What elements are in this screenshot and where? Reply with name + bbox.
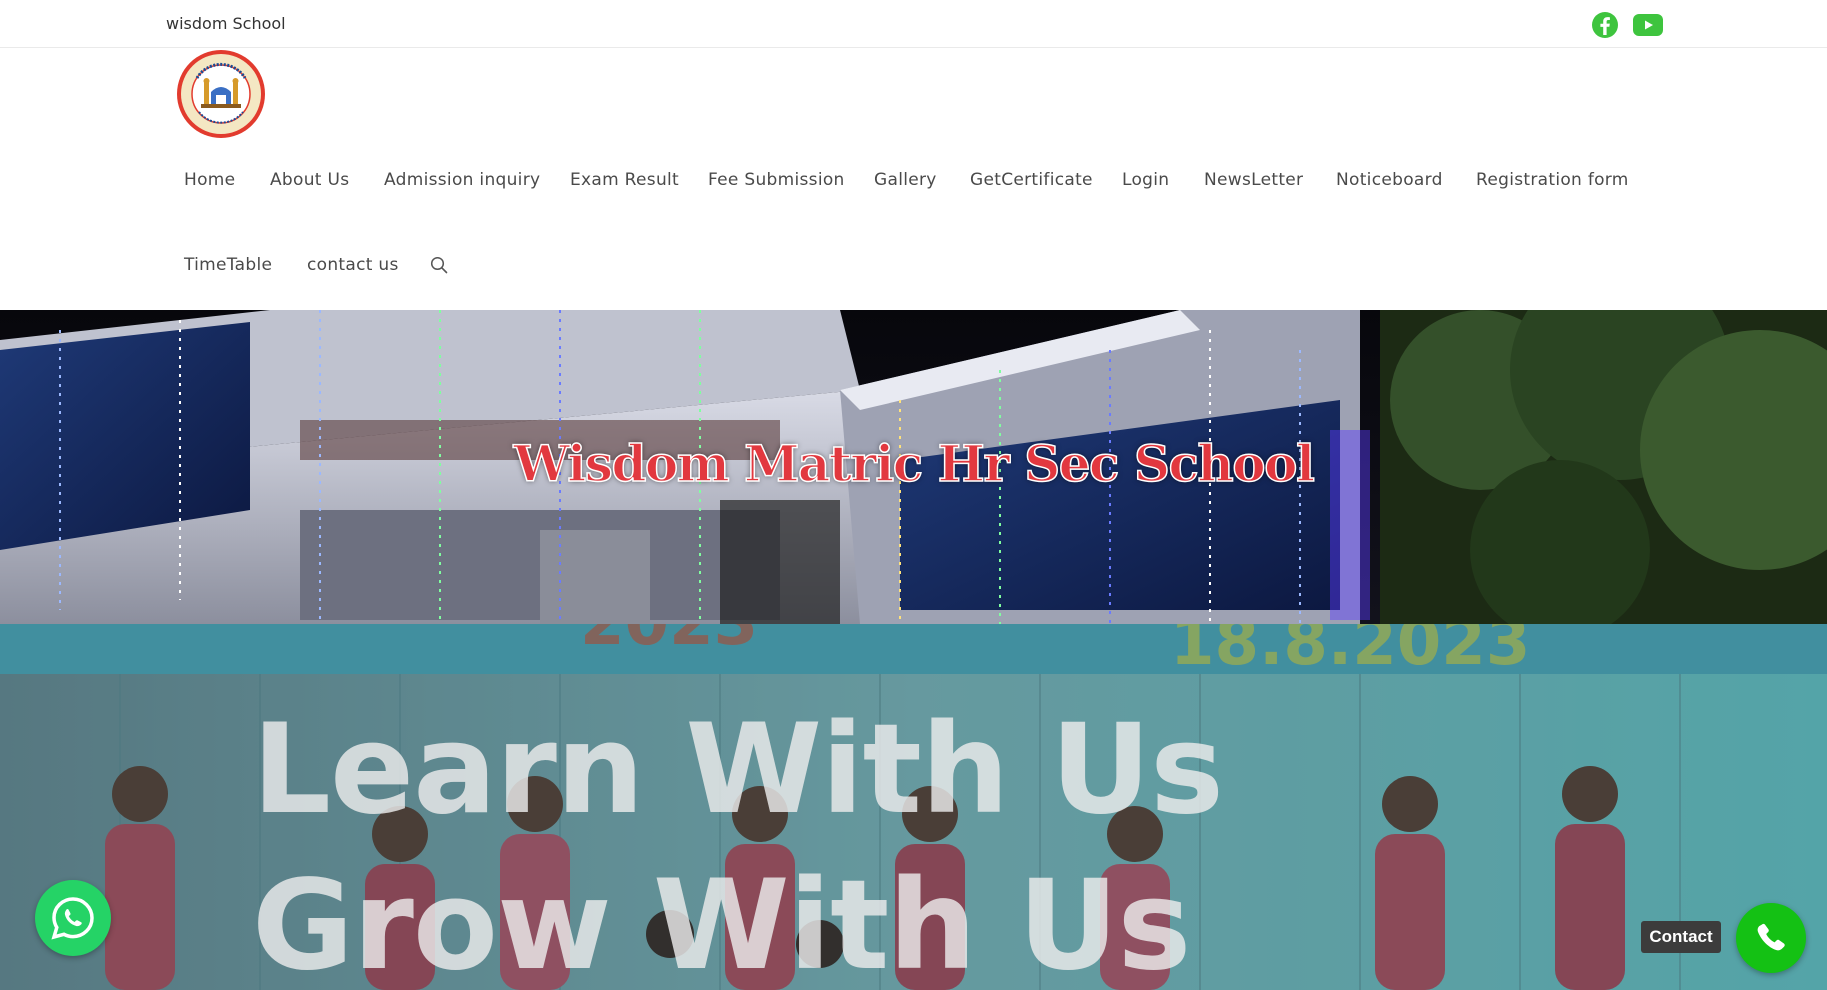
facebook-link[interactable] <box>1590 10 1620 40</box>
nav-registration-form[interactable]: Registration form <box>1476 170 1629 190</box>
call-button[interactable] <box>1736 903 1806 973</box>
whatsapp-button[interactable] <box>35 880 111 956</box>
nav-login[interactable]: Login <box>1122 170 1169 190</box>
hero-students-image: 18.8.2023 2023 Learn With Us Grow With U… <box>0 624 1827 990</box>
school-crest-image <box>177 50 265 138</box>
nav-newsletter[interactable]: NewsLetter <box>1204 170 1303 190</box>
site-label: wisdom School <box>166 14 286 33</box>
nav-about-us[interactable]: About Us <box>270 170 349 190</box>
nav-contact-us[interactable]: contact us <box>307 255 399 275</box>
search-button[interactable] <box>430 256 448 278</box>
whatsapp-icon <box>51 897 94 940</box>
nav-fee-submission[interactable]: Fee Submission <box>708 170 845 190</box>
school-logo[interactable] <box>175 48 267 140</box>
nav-home[interactable]: Home <box>184 170 235 190</box>
search-icon <box>430 256 448 274</box>
hero-heading-line1: Learn With Us <box>252 698 1224 842</box>
nav-admission-inquiry[interactable]: Admission inquiry <box>384 170 540 190</box>
nav-getcertificate[interactable]: GetCertificate <box>970 170 1093 190</box>
hero-heading-line2: Grow With Us <box>252 854 1191 990</box>
nav-gallery[interactable]: Gallery <box>874 170 937 190</box>
youtube-link[interactable] <box>1633 10 1663 40</box>
contact-label-button[interactable]: Contact <box>1641 921 1721 953</box>
facebook-icon <box>1592 12 1618 38</box>
nav-noticeboard[interactable]: Noticeboard <box>1336 170 1443 190</box>
nav-timetable[interactable]: TimeTable <box>184 255 272 275</box>
nav-exam-result[interactable]: Exam Result <box>570 170 679 190</box>
youtube-icon <box>1633 14 1663 36</box>
top-bar: wisdom School <box>0 0 1827 48</box>
phone-icon <box>1757 923 1785 951</box>
hero-school-title: Wisdom Matric Hr Sec School <box>513 433 1316 494</box>
